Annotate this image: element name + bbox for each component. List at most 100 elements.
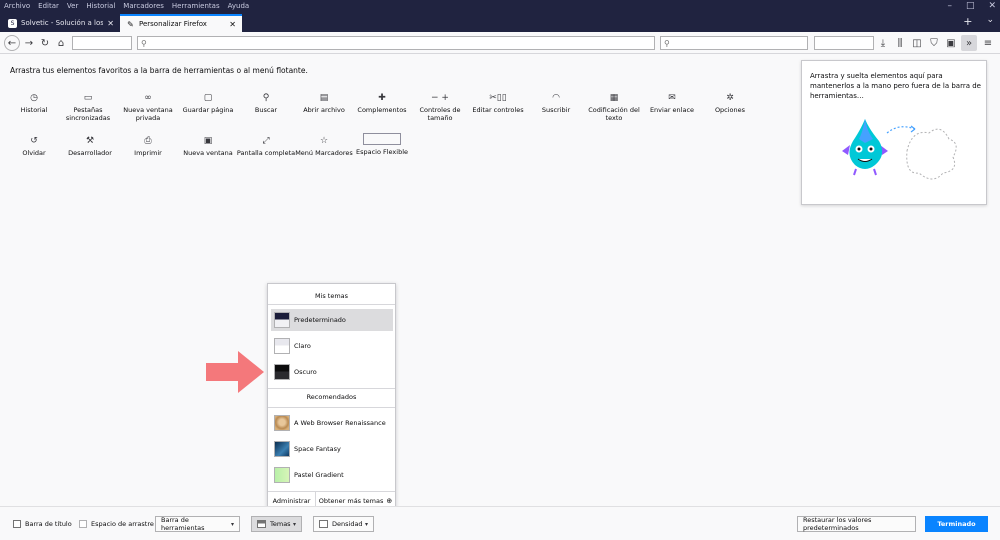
palette-item-save-page[interactable]: ▢ Guardar página bbox=[178, 92, 238, 114]
restore-defaults-button[interactable]: Restaurar los valores predeterminados bbox=[797, 516, 916, 532]
overflow-panel[interactable]: Arrastra y suelta elementos aquí para ma… bbox=[801, 60, 987, 205]
home-icon[interactable]: ⌂ bbox=[54, 35, 68, 51]
theme-swatch bbox=[274, 441, 290, 457]
done-button[interactable]: Terminado bbox=[925, 516, 988, 532]
title-bar-checkbox[interactable]: Barra de título bbox=[13, 520, 72, 528]
download-icon[interactable]: ⤓ bbox=[877, 35, 889, 51]
palette-item-synced-tabs[interactable]: ▭ Pestañas sincronizadas bbox=[58, 92, 118, 122]
window-controls: – □ ✕ bbox=[947, 0, 996, 12]
palette-item-options[interactable]: ✲ Opciones bbox=[700, 92, 760, 114]
close-window-icon[interactable]: ✕ bbox=[988, 0, 996, 12]
recommended-header: Recomendados bbox=[306, 393, 357, 401]
sidebar-icon[interactable]: ◫ bbox=[911, 35, 923, 51]
palette-item-search[interactable]: ⚲ Buscar bbox=[236, 92, 296, 114]
drag-space-checkbox[interactable]: Espacio de arrastre bbox=[79, 520, 154, 528]
close-tab-icon[interactable]: ✕ bbox=[229, 20, 236, 29]
menu-historial[interactable]: Historial bbox=[86, 2, 115, 10]
search-bar[interactable]: ⚲ bbox=[660, 36, 808, 50]
separator bbox=[268, 388, 395, 389]
palette-item-developer[interactable]: ⚒ Desarrollador bbox=[60, 135, 120, 157]
edit-controls-icon: ✂▯▯ bbox=[489, 93, 507, 103]
palette-item-subscribe[interactable]: ◠ Suscribir bbox=[526, 92, 586, 114]
theme-item-light[interactable]: Claro bbox=[271, 335, 393, 357]
tab-label: Personalizar Firefox bbox=[139, 20, 207, 28]
title-bar: Archivo Editar Ver Historial Marcadores … bbox=[0, 0, 1000, 32]
email-icon: ✉ bbox=[668, 93, 676, 103]
wrench-icon: ⚒ bbox=[85, 136, 95, 146]
container-icon[interactable]: ▣ bbox=[945, 35, 957, 51]
palette-item-historial[interactable]: ◷ Historial bbox=[4, 92, 64, 114]
theme-item-pastel-gradient[interactable]: Pastel Gradient bbox=[271, 464, 393, 486]
palette-item-text-encoding[interactable]: ▦ Codificación del texto bbox=[584, 92, 644, 122]
menu-ver[interactable]: Ver bbox=[67, 2, 78, 10]
close-tab-icon[interactable]: ✕ bbox=[107, 19, 114, 28]
clock-icon: ◷ bbox=[30, 93, 38, 103]
theme-item-renaissance[interactable]: A Web Browser Renaissance bbox=[271, 412, 393, 434]
forward-arrow-icon[interactable]: → bbox=[22, 35, 36, 51]
density-dropdown[interactable]: Densidad ▾ bbox=[313, 516, 374, 532]
tab-personalizar[interactable]: ✎ Personalizar Firefox ✕ bbox=[120, 14, 242, 32]
new-tab-icon[interactable]: + bbox=[963, 15, 972, 28]
puzzle-icon: ✚ bbox=[378, 93, 386, 103]
theme-swatch bbox=[274, 338, 290, 354]
menu-archivo[interactable]: Archivo bbox=[4, 2, 30, 10]
maximize-icon[interactable]: □ bbox=[966, 0, 975, 12]
palette-item-zoom-controls[interactable]: − + Controles de tamaño bbox=[410, 92, 470, 122]
rss-icon: ◠ bbox=[552, 93, 560, 103]
palette-item-email-link[interactable]: ✉ Enviar enlace bbox=[642, 92, 702, 114]
separator bbox=[268, 304, 395, 305]
themes-dropdown[interactable]: Temas ▾ bbox=[251, 516, 302, 532]
theme-item-dark[interactable]: Oscuro bbox=[271, 361, 393, 383]
theme-swatch bbox=[274, 312, 290, 328]
theme-name: Pastel Gradient bbox=[294, 471, 344, 479]
theme-name: Space Fantasy bbox=[294, 445, 341, 453]
palette-item-print[interactable]: ⎙ Imprimir bbox=[118, 135, 178, 157]
dragon-illustration-icon bbox=[842, 119, 957, 180]
palette-item-bookmarks-menu[interactable]: ☆ Menú Marcadores bbox=[294, 135, 354, 157]
open-file-icon: ▤ bbox=[319, 93, 329, 103]
shield-icon[interactable]: ⛉ bbox=[928, 35, 940, 51]
toolbars-dropdown[interactable]: Barra de herramientas ▾ bbox=[155, 516, 240, 532]
theme-item-space-fantasy[interactable]: Space Fantasy bbox=[271, 438, 393, 460]
back-arrow-icon[interactable]: ← bbox=[4, 35, 20, 51]
menu-bar: Archivo Editar Ver Historial Marcadores … bbox=[0, 0, 257, 12]
hamburger-menu-icon[interactable]: ≡ bbox=[982, 35, 994, 51]
bookmarks-menu-icon: ☆ bbox=[319, 136, 329, 146]
chevron-down-icon: ▾ bbox=[230, 520, 234, 528]
fullscreen-icon: ⤢ bbox=[262, 136, 270, 146]
theme-name: Claro bbox=[294, 342, 311, 350]
theme-swatch bbox=[274, 415, 290, 431]
menu-herramientas[interactable]: Herramientas bbox=[172, 2, 220, 10]
library-icon[interactable]: ⫼ bbox=[894, 35, 906, 51]
menu-editar[interactable]: Editar bbox=[38, 2, 59, 10]
theme-item-default[interactable]: Predeterminado bbox=[271, 309, 393, 331]
tabstrip-controls: + ⌄ bbox=[963, 15, 994, 28]
palette-item-new-window[interactable]: ▣ Nueva ventana bbox=[178, 135, 238, 157]
palette-item-flexible-space[interactable]: Espacio Flexible bbox=[352, 133, 412, 156]
flexible-space-box bbox=[363, 133, 401, 145]
chevron-down-icon[interactable]: ⌄ bbox=[986, 15, 994, 28]
palette-item-fullscreen[interactable]: ⤢ Pantalla completa bbox=[236, 135, 296, 157]
palette-item-private-window[interactable]: ∞ Nueva ventana privada bbox=[118, 92, 178, 122]
separator bbox=[268, 407, 395, 408]
theme-name: A Web Browser Renaissance bbox=[294, 419, 386, 427]
reload-icon[interactable]: ↻ bbox=[38, 35, 52, 51]
density-icon bbox=[319, 520, 328, 528]
private-mask-icon: ∞ bbox=[144, 93, 152, 103]
menu-marcadores[interactable]: Marcadores bbox=[123, 2, 164, 10]
palette-item-addons[interactable]: ✚ Complementos bbox=[352, 92, 412, 114]
menu-ayuda[interactable]: Ayuda bbox=[228, 2, 250, 10]
minimize-icon[interactable]: – bbox=[947, 0, 952, 12]
tab-solvetic[interactable]: S Solvetic - Solución a los proble ✕ bbox=[2, 14, 120, 32]
overflow-chevron-icon[interactable]: » bbox=[961, 35, 977, 51]
url-bar[interactable]: ⚲ bbox=[137, 36, 655, 50]
folder-icon: ▢ bbox=[203, 93, 213, 103]
navigation-toolbar: ← → ↻ ⌂ ⚲ ⚲ ⤓ ⫼ ◫ ⛉ ▣ » ≡ bbox=[0, 32, 1000, 54]
palette-item-edit-controls[interactable]: ✂▯▯ Editar controles bbox=[468, 92, 528, 114]
brush-icon: ✎ bbox=[127, 19, 134, 29]
palette-item-forget[interactable]: ↺ Olvidar bbox=[4, 135, 64, 157]
flexible-space-slot bbox=[814, 36, 874, 50]
site-favicon-icon: S bbox=[8, 18, 17, 28]
tab-strip: S Solvetic - Solución a los proble ✕ ✎ P… bbox=[0, 13, 1000, 32]
palette-item-open-file[interactable]: ▤ Abrir archivo bbox=[294, 92, 354, 114]
